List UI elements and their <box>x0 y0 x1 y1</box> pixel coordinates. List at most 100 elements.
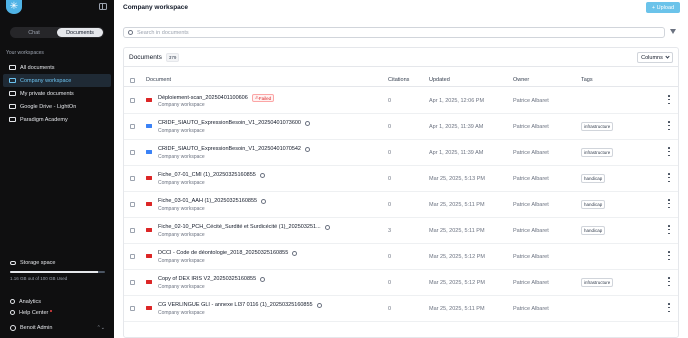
document-name[interactable]: Fiche_07-01_CMI (1)_20250325160855 <box>158 172 256 178</box>
sidebar-item-private-documents[interactable]: My private documents <box>3 87 111 100</box>
table-row[interactable]: Copy of DEX IRIS V2_20250325160855 Compan… <box>124 270 678 296</box>
updated-cell: Apr 1, 2025, 12:06 PM <box>429 98 485 104</box>
tag-badge[interactable]: handicap <box>581 226 606 235</box>
more-options-icon[interactable] <box>668 303 670 312</box>
filter-icon[interactable] <box>670 29 676 34</box>
row-checkbox[interactable] <box>130 280 135 285</box>
more-options-icon[interactable] <box>668 251 670 260</box>
row-checkbox[interactable] <box>130 202 135 207</box>
document-name-cell[interactable]: CG VERLINGUE GLI - annexe LI37 0116 (1)_… <box>158 302 322 308</box>
more-options-icon[interactable] <box>668 147 670 156</box>
document-name[interactable]: DCCI - Code de déontologie_2018_20250325… <box>158 250 288 256</box>
info-icon[interactable] <box>292 250 298 256</box>
table-row[interactable]: Déploiement-scan_20250401100606 ⚠ Failed C… <box>124 88 678 114</box>
document-name[interactable]: CRIDF_SIAUTO_ExpressionBesoin_V1_2025040… <box>158 146 301 152</box>
analytics-label: Analytics <box>19 298 42 305</box>
sidebar-item-all-documents[interactable]: All documents <box>3 61 111 74</box>
pdf-file-icon <box>146 176 152 180</box>
header-tags[interactable]: Tags <box>581 77 593 83</box>
more-options-icon[interactable] <box>668 277 670 286</box>
table-row[interactable]: Fiche_07-01_CMI (1)_20250325160855 Compan… <box>124 166 678 192</box>
table-row[interactable]: Fiche_03-01_AAH (1)_20250325160855 Compan… <box>124 192 678 218</box>
document-workspace: Company workspace <box>158 284 205 290</box>
table-row[interactable]: CG VERLINGUE GLI - annexe LI37 0116 (1)_… <box>124 296 678 322</box>
analytics-link[interactable]: Analytics <box>10 296 52 307</box>
updated-cell: Mar 25, 2025, 5:13 PM <box>429 176 485 182</box>
table-row[interactable]: CRIDF_SIAUTO_ExpressionBesoin_V1_2025040… <box>124 140 678 166</box>
document-name-cell[interactable]: Déploiement-scan_20250401100606 ⚠ Failed <box>158 94 275 102</box>
collapse-sidebar-icon[interactable] <box>99 3 107 10</box>
header-citations[interactable]: Citations <box>388 77 409 83</box>
document-name-cell[interactable]: CRIDF_SIAUTO_ExpressionBesoin_V1_2025040… <box>158 146 310 152</box>
columns-button[interactable]: Columns <box>637 52 673 63</box>
logo-icon[interactable]: ✳ <box>6 0 22 14</box>
tab-chat[interactable]: Chat <box>11 28 57 37</box>
document-name-cell[interactable]: Copy of DEX IRIS V2_20250325160855 <box>158 276 266 282</box>
select-all-checkbox[interactable] <box>130 77 135 83</box>
document-name[interactable]: Fiche_03-01_AAH (1)_20250325160855 <box>158 198 257 204</box>
folder-icon <box>9 91 16 96</box>
page-title: Company workspace <box>123 4 189 11</box>
user-menu[interactable]: Benoit Admin ⌃⌄ <box>10 325 105 331</box>
document-workspace: Company workspace <box>158 310 205 316</box>
storage-label: Storage space <box>20 260 56 266</box>
row-checkbox[interactable] <box>130 98 135 103</box>
row-checkbox[interactable] <box>130 228 135 233</box>
document-name[interactable]: CG VERLINGUE GLI - annexe LI37 0116 (1)_… <box>158 302 313 308</box>
tag-badge[interactable]: handicap <box>581 200 606 209</box>
document-name-cell[interactable]: CRIDF_SIAUTO_ExpressionBesoin_V1_2025040… <box>158 120 310 126</box>
search-input[interactable] <box>137 29 637 36</box>
table-row[interactable]: CRIDF_SIAUTO_ExpressionBesoin_V1_2025040… <box>124 114 678 140</box>
help-center-label: Help Center <box>19 309 49 316</box>
info-icon[interactable] <box>259 172 265 178</box>
more-options-icon[interactable] <box>668 121 670 130</box>
row-checkbox[interactable] <box>130 124 135 129</box>
document-name[interactable]: Fiche_02-10_PCH_Cécité_Surdité et Surdic… <box>158 224 321 230</box>
row-checkbox[interactable] <box>130 176 135 181</box>
upload-button[interactable]: + Upload <box>646 2 680 13</box>
info-icon[interactable] <box>305 120 310 126</box>
header-owner[interactable]: Owner <box>513 77 529 83</box>
table-row[interactable]: Fiche_02-10_PCH_Cécité_Surdité et Surdic… <box>124 218 678 244</box>
row-checkbox[interactable] <box>130 254 135 259</box>
info-icon[interactable] <box>316 302 322 308</box>
citations-cell: 0 <box>388 124 392 130</box>
docx-file-icon <box>146 124 152 128</box>
more-options-icon[interactable] <box>668 95 670 104</box>
chevron-up-down-icon: ⌃⌄ <box>96 325 105 331</box>
document-name[interactable]: CRIDF_SIAUTO_ExpressionBesoin_V1_2025040… <box>158 120 301 126</box>
more-options-icon[interactable] <box>668 199 670 208</box>
sidebar-item-paradigm-academy[interactable]: Paradigm Academy <box>3 113 111 126</box>
tab-documents[interactable]: Documents <box>57 28 103 37</box>
info-icon[interactable] <box>305 146 310 152</box>
tag-badge[interactable]: infrastructure <box>581 148 614 157</box>
document-name-cell[interactable]: Fiche_03-01_AAH (1)_20250325160855 <box>158 198 267 204</box>
more-options-icon[interactable] <box>668 225 670 234</box>
document-name[interactable]: Déploiement-scan_20250401100606 <box>158 95 248 101</box>
chevron-down-icon <box>665 54 670 59</box>
header-updated[interactable]: Updated <box>429 77 450 83</box>
info-icon[interactable] <box>260 276 266 282</box>
row-checkbox[interactable] <box>130 150 135 155</box>
more-options-icon[interactable] <box>668 173 670 182</box>
folder-icon <box>9 65 16 70</box>
sidebar-item-company-workspace[interactable]: Company workspace <box>3 74 111 87</box>
document-name-cell[interactable]: DCCI - Code de déontologie_2018_20250325… <box>158 250 298 256</box>
updated-cell: Mar 25, 2025, 5:11 PM <box>429 202 485 208</box>
help-center-link[interactable]: Help Center <box>10 307 53 318</box>
document-name-cell[interactable]: Fiche_02-10_PCH_Cécité_Surdité et Surdic… <box>158 224 330 230</box>
info-icon[interactable] <box>324 224 330 230</box>
folder-icon <box>9 78 16 83</box>
tag-badge[interactable]: handicap <box>581 174 606 183</box>
table-row[interactable]: DCCI - Code de déontologie_2018_20250325… <box>124 244 678 270</box>
pdf-file-icon <box>146 306 152 310</box>
header-document[interactable]: Document <box>146 77 171 83</box>
sidebar-item-google-drive[interactable]: Google Drive - LightOn <box>3 100 111 113</box>
pdf-file-icon <box>146 254 152 258</box>
document-name-cell[interactable]: Fiche_07-01_CMI (1)_20250325160855 <box>158 172 265 178</box>
tag-badge[interactable]: infrastructure <box>581 278 614 287</box>
info-icon[interactable] <box>261 198 267 204</box>
row-checkbox[interactable] <box>130 306 135 311</box>
tag-badge[interactable]: infrastructure <box>581 122 614 131</box>
document-name[interactable]: Copy of DEX IRIS V2_20250325160855 <box>158 276 256 282</box>
